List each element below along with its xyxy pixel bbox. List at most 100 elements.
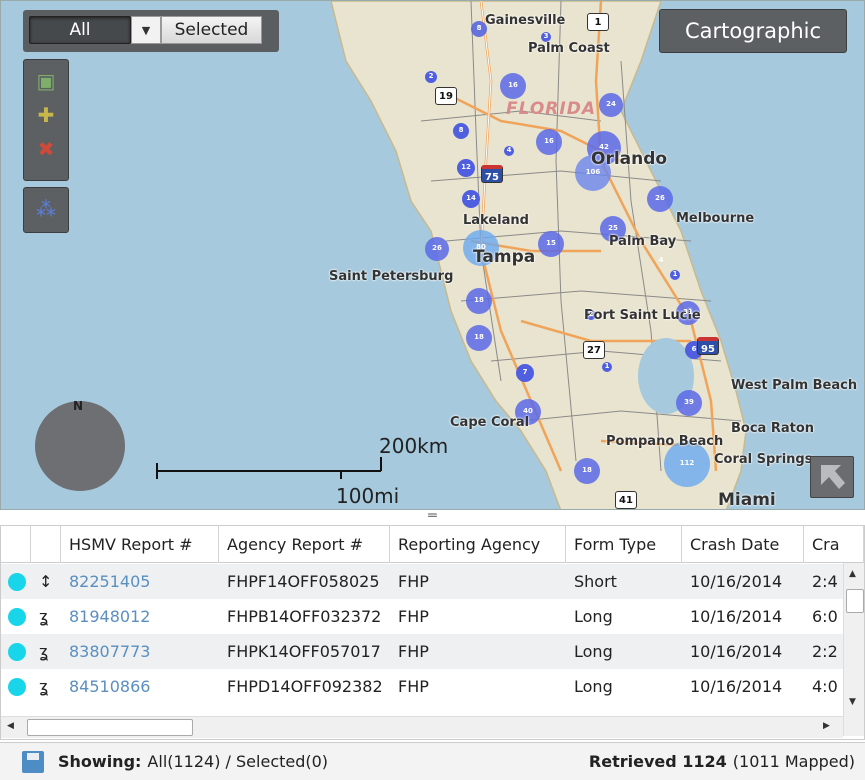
cluster-count[interactable]: 14: [457, 194, 485, 202]
basemap-toggle-button[interactable]: Cartographic: [659, 9, 847, 53]
clear-selection-button[interactable]: ✖: [30, 132, 62, 166]
crash-date-cell: 10/16/2014: [690, 572, 783, 591]
table-row[interactable]: ↕ 82251405 FHPF14OFF058025 FHP Short 10/…: [1, 564, 843, 599]
table-row[interactable]: ʓ 83807773 FHPK14OFF057017 FHP Long 10/1…: [1, 634, 843, 669]
cluster-count[interactable]: 106: [579, 168, 607, 176]
city-label-boca-raton: Boca Raton: [731, 421, 815, 436]
form-type-cell: Long: [574, 642, 613, 661]
crash-report-grid: HSMV Report # Agency Report # Reporting …: [0, 525, 865, 740]
cluster-count[interactable]: 8: [465, 24, 493, 32]
highway-shield: 95: [697, 337, 719, 355]
crash-time-cell: 6:0: [812, 607, 838, 626]
cluster-count[interactable]: 31: [674, 308, 702, 316]
cluster-count[interactable]: 2: [577, 310, 605, 318]
hsmv-link[interactable]: 84510866: [61, 669, 219, 704]
scroll-up-icon[interactable]: ▲: [849, 569, 856, 579]
hsmv-link[interactable]: 81948012: [61, 599, 219, 634]
highway-shield: 75: [481, 165, 503, 183]
vehicle-type-icon: ʓ: [39, 642, 49, 661]
cluster-count[interactable]: 80: [467, 243, 495, 251]
cluster-count[interactable]: 25: [599, 224, 627, 232]
selected-records-button[interactable]: Selected: [161, 16, 262, 44]
scroll-right-icon[interactable]: ▶: [823, 721, 830, 731]
cluster-count[interactable]: 18: [573, 466, 601, 474]
map-view[interactable]: FLORIDA Gainesville Palm Coast Orlando M…: [0, 0, 865, 510]
scale-km-label: 200km: [379, 434, 449, 458]
save-icon[interactable]: [22, 750, 44, 773]
table-row[interactable]: ʓ 81948012 FHPB14OFF032372 FHP Long 10/1…: [1, 599, 843, 634]
cluster-count[interactable]: 16: [499, 81, 527, 89]
pan-control[interactable]: [35, 401, 125, 491]
city-label-lakeland: Lakeland: [463, 213, 529, 228]
cluster-count[interactable]: 112: [673, 459, 701, 467]
arrow-up-left-icon: [821, 465, 845, 489]
scroll-down-icon[interactable]: ▼: [849, 697, 856, 707]
cluster-count[interactable]: 39: [675, 398, 703, 406]
form-type-cell: Long: [574, 677, 613, 696]
cluster-count[interactable]: 24: [597, 100, 625, 108]
cluster-count[interactable]: 2: [417, 72, 445, 80]
hsmv-link[interactable]: 83807773: [61, 634, 219, 669]
column-header-form-type[interactable]: Form Type: [566, 526, 682, 563]
cluster-count[interactable]: 1: [593, 362, 621, 370]
vertical-scroll-thumb[interactable]: [846, 589, 864, 613]
column-header-agency-report[interactable]: Agency Report #: [219, 526, 390, 563]
chevron-down-icon: ▼: [141, 23, 151, 37]
filter-dropdown-button[interactable]: ▼: [131, 16, 161, 44]
horizontal-scroll-thumb[interactable]: [27, 719, 193, 736]
selection-dot[interactable]: [8, 607, 26, 626]
column-header-crash-time[interactable]: Cra: [804, 526, 864, 563]
cluster-count[interactable]: 15: [537, 239, 565, 247]
cluster-count[interactable]: 40: [514, 407, 542, 415]
select-point-tool-button[interactable]: ✚: [30, 98, 62, 132]
select-region-icon: ▣: [36, 69, 56, 93]
panel-splitter[interactable]: ═: [0, 509, 865, 524]
select-area-tool-button[interactable]: ▣: [30, 64, 62, 98]
highway-shield: 1: [587, 13, 609, 31]
agency-cell: FHP: [398, 677, 429, 696]
crash-time-cell: 2:4: [812, 572, 838, 591]
all-records-button[interactable]: All: [29, 16, 131, 44]
selection-dot[interactable]: [8, 642, 26, 661]
table-row[interactable]: ʓ 84510866 FHPD14OFF092382 FHP Long 10/1…: [1, 669, 843, 704]
column-header-crash-date[interactable]: Crash Date: [682, 526, 804, 563]
selection-dot[interactable]: [8, 572, 26, 591]
crash-date-cell: 10/16/2014: [690, 607, 783, 626]
city-label-coral-springs: Coral Springs: [714, 452, 813, 467]
horizontal-scrollbar[interactable]: ◀ ▶: [1, 716, 843, 738]
cluster-count[interactable]: 18: [465, 296, 493, 304]
cluster-count[interactable]: 26: [423, 244, 451, 252]
cluster-layer-button[interactable]: ⁂: [30, 192, 62, 226]
expand-map-button[interactable]: [810, 456, 854, 498]
header-selection-cell: [1, 526, 31, 563]
cluster-count[interactable]: 8: [447, 126, 475, 134]
agency-report-cell: FHPB14OFF032372: [227, 607, 382, 626]
crash-date-cell: 10/16/2014: [690, 642, 783, 661]
cluster-count[interactable]: 12: [452, 163, 480, 171]
agency-cell: FHP: [398, 607, 429, 626]
cluster-count[interactable]: 18: [465, 333, 493, 341]
scroll-left-icon[interactable]: ◀: [7, 721, 14, 731]
cluster-count[interactable]: 7: [511, 368, 539, 376]
cluster-count[interactable]: 26: [646, 194, 674, 202]
cluster-count[interactable]: 4: [495, 146, 523, 154]
vertical-scrollbar[interactable]: ▲ ▼: [843, 563, 864, 736]
cluster-count[interactable]: 42: [590, 143, 618, 151]
cluster-count[interactable]: 4: [647, 256, 675, 264]
cluster-count[interactable]: 3: [532, 32, 560, 40]
vehicle-type-icon: ↕: [39, 572, 53, 591]
status-bar: Showing: All(1124) / Selected(0) Retriev…: [0, 742, 865, 780]
retrieved-label: Retrieved 1124: [588, 752, 727, 771]
scale-mi-label: 100mi: [336, 484, 400, 508]
column-header-reporting-agency[interactable]: Reporting Agency: [390, 526, 566, 563]
crash-date-cell: 10/16/2014: [690, 677, 783, 696]
cluster-count[interactable]: 16: [535, 137, 563, 145]
selection-dot[interactable]: [8, 677, 26, 696]
vehicle-type-icon: ʓ: [39, 677, 49, 696]
column-header-hsmv[interactable]: HSMV Report #: [61, 526, 219, 563]
vehicle-type-icon: ʓ: [39, 607, 49, 626]
crash-time-cell: 2:2: [812, 642, 838, 661]
hsmv-link[interactable]: 82251405: [61, 564, 219, 599]
cluster-count[interactable]: 1: [661, 270, 689, 278]
layer-tools: ⁂: [23, 187, 69, 233]
